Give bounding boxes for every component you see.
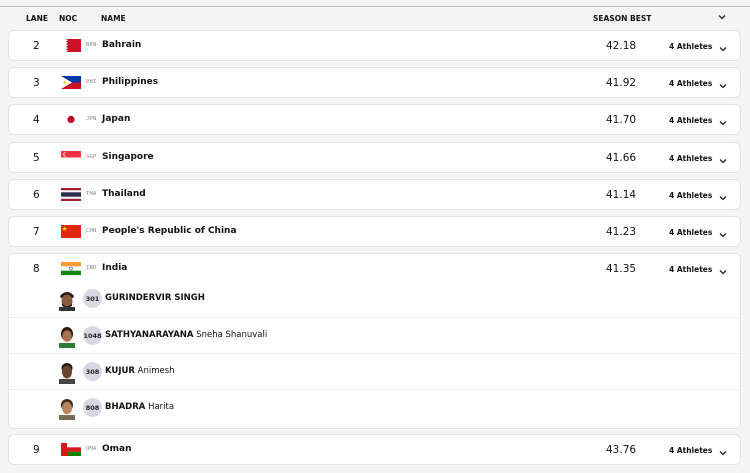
header-name: NAME — [101, 14, 126, 23]
chevron-down-icon[interactable] — [718, 76, 728, 89]
athletes-toggle[interactable]: 4 Athletes — [669, 116, 712, 125]
athlete-name: BHADRA Harita — [105, 402, 175, 412]
header-noc: NOC — [59, 14, 78, 23]
chevron-down-icon[interactable] — [718, 151, 728, 164]
chevron-down-icon[interactable] — [718, 262, 728, 275]
noc-code: IND — [86, 265, 97, 271]
noc-code: JPN — [86, 116, 97, 122]
athlete-name: KUJUR Animesh — [105, 366, 175, 376]
athlete-avatar — [56, 396, 78, 420]
noc-code: CHN — [86, 228, 97, 234]
thailand-flag-icon — [61, 188, 81, 201]
athlete-avatar — [56, 324, 78, 348]
singapore-flag-icon — [61, 151, 81, 164]
country-name: Philippines — [102, 77, 159, 87]
india-flag-icon — [61, 262, 81, 275]
lane-number: 2 — [33, 40, 40, 52]
header-lane: LANE — [26, 14, 48, 23]
season-best: 43.76 — [606, 444, 637, 456]
season-best: 41.35 — [606, 263, 637, 275]
athlete-row[interactable]: 308 KUJUR Animesh — [9, 353, 740, 389]
athletes-toggle[interactable]: 4 Athletes — [669, 265, 712, 274]
country-name: Thailand — [102, 189, 146, 199]
country-name: Singapore — [102, 152, 154, 162]
lane-number: 6 — [33, 189, 40, 201]
athlete-row[interactable]: 808 BHADRA Harita — [9, 389, 740, 425]
country-name: Bahrain — [102, 40, 142, 50]
table-header: LANE NOC NAME SEASON BEST — [0, 8, 750, 28]
team-row-china[interactable]: 7 CHN People's Republic of China 41.23 4… — [8, 216, 741, 247]
country-name: India — [102, 263, 128, 273]
team-row-singapore[interactable]: 5 SGP Singapore 41.66 4 Athletes — [8, 142, 741, 173]
lane-number: 3 — [33, 77, 40, 89]
chevron-down-icon[interactable] — [718, 188, 728, 201]
lane-number: 7 — [33, 226, 40, 238]
chevron-down-icon[interactable] — [718, 113, 728, 126]
team-row-oman[interactable]: 9 OMA Oman 43.76 4 Athletes — [8, 434, 741, 465]
country-name: Japan — [102, 114, 131, 124]
season-best: 41.66 — [606, 152, 637, 164]
athletes-toggle[interactable]: 4 Athletes — [669, 446, 712, 455]
oman-flag-icon — [61, 443, 81, 456]
season-best: 41.92 — [606, 77, 637, 89]
lane-number: 5 — [33, 152, 40, 164]
athlete-name: GURINDERVIR SINGH — [105, 293, 205, 303]
lane-number: 9 — [33, 444, 40, 456]
chevron-down-icon[interactable] — [718, 443, 728, 456]
athlete-avatar — [56, 287, 78, 311]
athlete-row[interactable]: 1048 SATHYANARAYANA Sneha Shanuvali — [9, 317, 740, 353]
bib-number: 301 — [83, 289, 102, 308]
philippines-flag-icon — [61, 76, 81, 89]
bahrain-flag-icon — [61, 39, 81, 52]
header-season-best: SEASON BEST — [593, 14, 652, 23]
athletes-toggle[interactable]: 4 Athletes — [669, 191, 712, 200]
season-best: 41.70 — [606, 114, 637, 126]
japan-flag-icon — [61, 113, 81, 126]
country-name: People's Republic of China — [102, 226, 237, 236]
bib-number: 308 — [83, 362, 102, 381]
bib-number: 808 — [83, 398, 102, 417]
team-row-bahrain[interactable]: 2 BRN Bahrain 42.18 4 Athletes — [8, 30, 741, 61]
athletes-toggle[interactable]: 4 Athletes — [669, 154, 712, 163]
team-row-japan[interactable]: 4 JPN Japan 41.70 4 Athletes — [8, 104, 741, 135]
top-divider — [0, 6, 750, 7]
country-name: Oman — [102, 444, 132, 454]
china-flag-icon — [61, 225, 81, 238]
season-best: 41.14 — [606, 189, 637, 201]
lane-number: 4 — [33, 114, 40, 126]
team-row-india[interactable]: 8 IND India 41.35 4 Athletes 301 GURINDE… — [8, 253, 741, 429]
noc-code: BRN — [86, 42, 97, 48]
athlete-row[interactable]: 301 GURINDERVIR SINGH — [9, 281, 740, 317]
team-row-thailand[interactable]: 6 THA Thailand 41.14 4 Athletes — [8, 179, 741, 210]
lane-number: 8 — [33, 263, 40, 275]
athlete-name: SATHYANARAYANA Sneha Shanuvali — [105, 330, 268, 340]
noc-code: PHI — [86, 79, 97, 85]
noc-code: OMA — [86, 446, 97, 452]
athletes-toggle[interactable]: 4 Athletes — [669, 228, 712, 237]
athlete-avatar — [56, 360, 78, 384]
noc-code: THA — [86, 191, 97, 197]
bib-number: 1048 — [83, 326, 102, 345]
team-row-philippines[interactable]: 3 PHI Philippines 41.92 4 Athletes — [8, 67, 741, 98]
chevron-down-icon[interactable] — [718, 225, 728, 238]
season-best: 41.23 — [606, 226, 637, 238]
expand-all-chevron-icon[interactable] — [717, 12, 727, 24]
season-best: 42.18 — [606, 40, 637, 52]
chevron-down-icon[interactable] — [718, 39, 728, 52]
noc-code: SGP — [86, 154, 97, 160]
athletes-toggle[interactable]: 4 Athletes — [669, 42, 712, 51]
athletes-toggle[interactable]: 4 Athletes — [669, 79, 712, 88]
